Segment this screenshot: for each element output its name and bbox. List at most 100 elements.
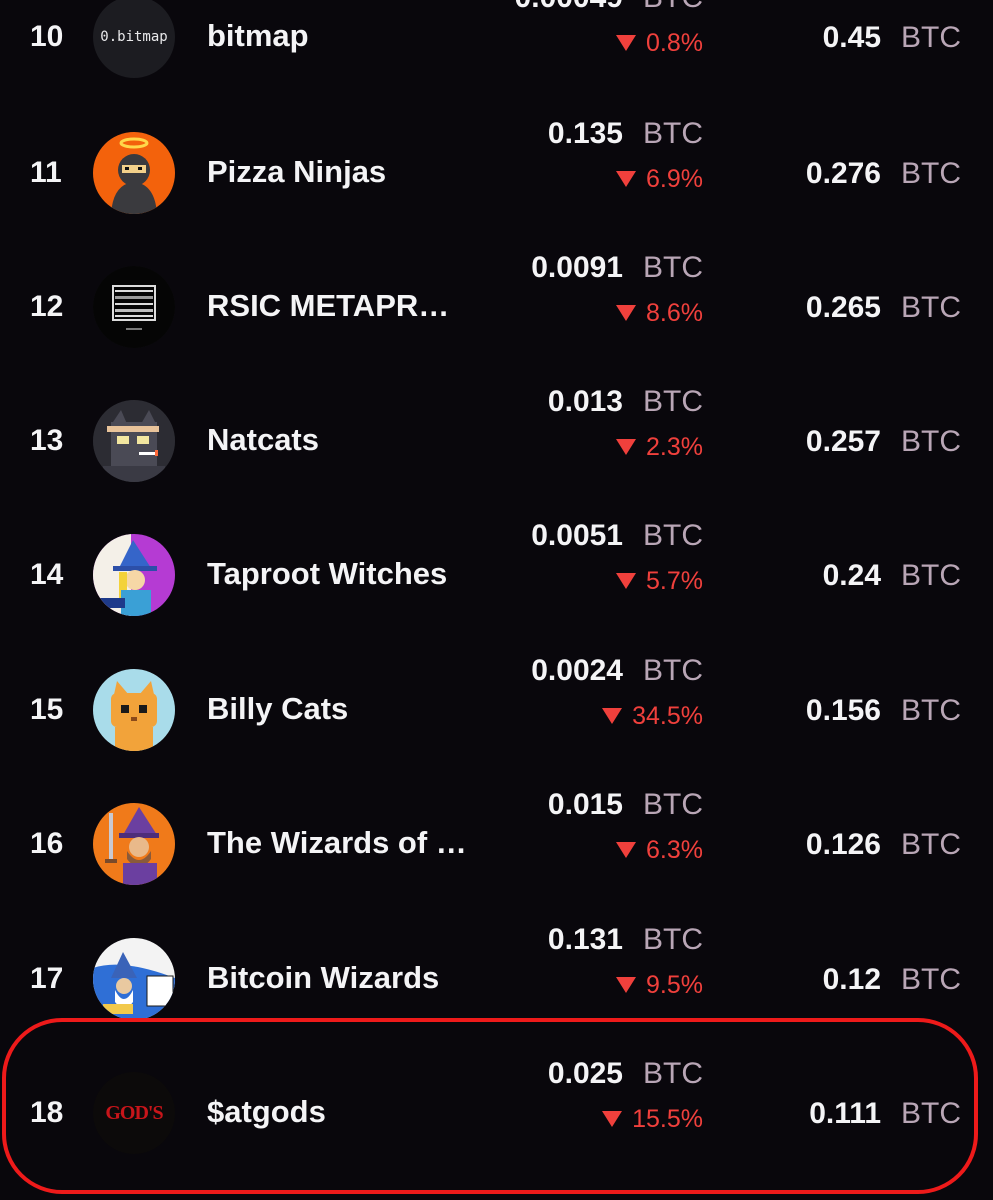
floor-price-unit: BTC [643,385,703,418]
collection-avatar[interactable] [93,266,175,348]
price-change-value: 0.8% [646,29,703,57]
floor-price: 0.0051 BTC [531,518,703,554]
volume-unit: BTC [901,21,961,54]
table-row[interactable]: 14 Taproot Witches 0.0051 BTC 5.7% 0.24 BT… [0,506,993,640]
collection-avatar[interactable]: GOD'S [93,1072,175,1154]
collection-name[interactable]: RSIC METAPR… [207,288,449,324]
floor-price-value: 0.015 [547,788,623,821]
down-arrow-icon [602,1111,623,1127]
table-row[interactable]: 10 0.bitmap bitmap 0.00049 BTC 0.8% 0.45 B… [0,0,993,102]
volume-unit: BTC [901,1097,961,1130]
cat-icon [93,669,175,751]
price-change: 6.3% [616,835,703,865]
price-change-value: 6.3% [646,836,703,864]
gods-logo-icon: GOD'S [105,1101,163,1124]
wizard-icon [93,803,175,885]
table-row[interactable]: 12 RSIC METAPR… 0.0091 BTC 8.6% 0.265 BTC [0,238,993,372]
volume-unit: BTC [901,963,961,996]
collection-name[interactable]: Natcats [207,422,319,458]
price-change: 15.5% [602,1104,703,1134]
volume-value: 0.265 [805,291,881,324]
collection-avatar[interactable] [93,938,175,1020]
volume: 0.126 BTC [806,827,961,863]
price-change-value: 15.5% [632,1105,703,1133]
volume: 0.45 BTC [823,20,961,56]
floor-price-unit: BTC [643,519,703,552]
price-change-value: 2.3% [646,433,703,461]
collection-avatar[interactable] [93,400,175,482]
rank-number: 11 [30,156,62,189]
down-arrow-icon [616,171,637,187]
volume-value: 0.156 [805,694,881,727]
floor-price: 0.135 BTC [548,116,703,152]
volume-value: 0.276 [805,157,881,190]
price-change: 8.6% [616,298,703,328]
rank-number: 12 [30,290,64,323]
rank-number: 10 [30,20,64,53]
floor-price: 0.025 BTC [548,1056,703,1092]
price-change: 2.3% [616,432,703,462]
volume: 0.257 BTC [806,424,961,460]
down-arrow-icon [616,439,637,455]
price-change: 9.5% [616,970,703,1000]
floor-price-value: 0.013 [547,385,623,418]
collection-name[interactable]: $atgods [207,1094,326,1130]
price-change: 5.7% [616,566,703,596]
down-arrow-icon [616,305,637,321]
collection-name[interactable]: Taproot Witches [207,556,447,592]
floor-price-value: 0.0024 [531,654,623,687]
floor-price-unit: BTC [643,117,703,150]
volume-value: 0.12 [822,963,881,996]
ninja-icon [93,132,175,214]
volume-value: 0.126 [805,828,881,861]
floor-price-value: 0.131 [547,923,623,956]
floor-price-value: 0.0091 [531,251,623,284]
volume-value: 0.111 [809,1097,881,1130]
price-change: 0.8% [616,28,703,58]
table-row[interactable]: 17 Bitcoin Wizards 0.131 BTC 9.5% 0.12 BTC [0,910,993,1044]
collection-name[interactable]: Pizza Ninjas [207,154,386,190]
down-arrow-icon [602,708,623,724]
rank-number: 14 [30,558,64,591]
table-row[interactable]: 16 The Wizards of … 0.015 BTC 6.3% 0.126 B… [0,775,993,909]
collection-name[interactable]: Bitcoin Wizards [207,960,439,996]
bitcoin-wizard-icon [93,938,175,1020]
collection-name[interactable]: The Wizards of … [207,825,467,861]
collection-avatar[interactable] [93,132,175,214]
floor-price-unit: BTC [643,923,703,956]
floor-price-unit: BTC [643,788,703,821]
collection-name[interactable]: Billy Cats [207,691,348,727]
volume-unit: BTC [901,157,961,190]
floor-price: 0.015 BTC [548,787,703,823]
collection-avatar[interactable] [93,803,175,885]
price-change-value: 6.9% [646,165,703,193]
floor-price-value: 0.135 [547,117,623,150]
volume-value: 0.45 [822,21,881,54]
down-arrow-icon [616,977,637,993]
price-change-value: 9.5% [646,971,703,999]
floor-price-unit: BTC [643,0,703,14]
down-arrow-icon [616,573,637,589]
table-row[interactable]: 11 Pizza Ninjas 0.135 BTC 6.9% 0.276 BTC [0,104,993,238]
floor-price: 0.131 BTC [548,922,703,958]
collection-avatar[interactable]: 0.bitmap [93,0,175,78]
floor-price: 0.013 BTC [548,384,703,420]
table-row[interactable]: 13 Natcats 0.013 BTC 2.3% 0.257 BTC [0,372,993,506]
volume: 0.111 BTC [809,1096,961,1132]
collection-avatar[interactable] [93,669,175,751]
collection-name[interactable]: bitmap [207,18,309,54]
floor-price-value: 0.025 [547,1057,623,1090]
down-arrow-icon [616,842,637,858]
rank-number: 15 [30,693,64,726]
table-row[interactable]: 15 Billy Cats 0.0024 BTC 34.5% 0.156 BTC [0,641,993,775]
pixel-cat-icon [93,400,175,482]
volume: 0.24 BTC [823,558,961,594]
volume-value: 0.24 [822,559,881,592]
table-row[interactable]: 18 GOD'S $atgods 0.025 BTC 15.5% 0.111 BTC [0,1044,993,1178]
rank-number: 16 [30,827,64,860]
witch-icon [93,534,175,616]
floor-price: 0.0091 BTC [531,250,703,286]
collection-avatar[interactable] [93,534,175,616]
volume: 0.12 BTC [823,962,961,998]
floor-price-unit: BTC [643,251,703,284]
